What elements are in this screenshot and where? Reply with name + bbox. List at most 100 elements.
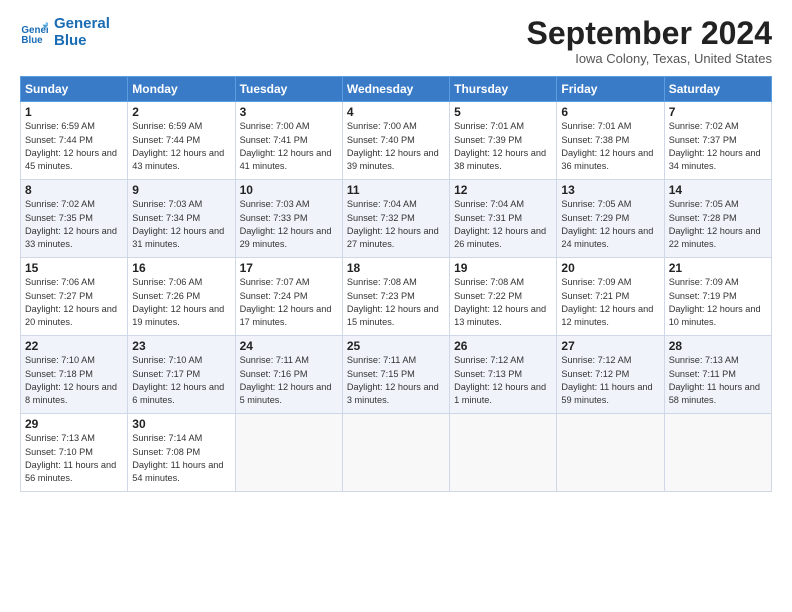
day-number: 10: [240, 183, 338, 197]
day-number: 13: [561, 183, 659, 197]
calendar-cell: 14Sunrise: 7:05 AMSunset: 7:28 PMDayligh…: [664, 180, 771, 258]
day-number: 19: [454, 261, 552, 275]
day-number: 14: [669, 183, 767, 197]
calendar-cell: 17 Sunrise: 7:07 AMSunset: 7:24 PMDayligh…: [235, 258, 342, 336]
logo-line2: Blue: [54, 33, 110, 50]
calendar-cell: 8 Sunrise: 7:02 AMSunset: 7:35 PMDaylight…: [21, 180, 128, 258]
calendar-row: 15 Sunrise: 7:06 AMSunset: 7:27 PMDayligh…: [21, 258, 772, 336]
calendar-cell: 22 Sunrise: 7:10 AMSunset: 7:18 PMDayligh…: [21, 336, 128, 414]
cell-content: Sunrise: 7:04 AMSunset: 7:32 PMDaylight:…: [347, 199, 439, 249]
header-row: Sunday Monday Tuesday Wednesday Thursday…: [21, 77, 772, 102]
location: Iowa Colony, Texas, United States: [527, 51, 772, 66]
cell-content: Sunrise: 7:09 AMSunset: 7:21 PMDaylight:…: [561, 277, 653, 327]
logo-line1: General: [54, 16, 110, 33]
calendar-cell: [450, 414, 557, 492]
day-number: 17: [240, 261, 338, 275]
day-number: 5: [454, 105, 552, 119]
calendar-cell: 28Sunrise: 7:13 AMSunset: 7:11 PMDayligh…: [664, 336, 771, 414]
cell-content: Sunrise: 7:02 AMSunset: 7:35 PMDaylight:…: [25, 199, 117, 249]
cell-content: Sunrise: 7:07 AMSunset: 7:24 PMDaylight:…: [240, 277, 332, 327]
day-number: 15: [25, 261, 123, 275]
month-title: September 2024: [527, 16, 772, 51]
cell-content: Sunrise: 7:03 AMSunset: 7:33 PMDaylight:…: [240, 199, 332, 249]
day-number: 16: [132, 261, 230, 275]
cell-content: Sunrise: 7:09 AMSunset: 7:19 PMDaylight:…: [669, 277, 761, 327]
day-number: 25: [347, 339, 445, 353]
day-number: 23: [132, 339, 230, 353]
cell-content: Sunrise: 7:11 AMSunset: 7:16 PMDaylight:…: [240, 355, 332, 405]
day-number: 21: [669, 261, 767, 275]
calendar-cell: [557, 414, 664, 492]
cell-content: Sunrise: 7:03 AMSunset: 7:34 PMDaylight:…: [132, 199, 224, 249]
col-sunday: Sunday: [21, 77, 128, 102]
cell-content: Sunrise: 7:12 AMSunset: 7:13 PMDaylight:…: [454, 355, 546, 405]
col-thursday: Thursday: [450, 77, 557, 102]
calendar-cell: 12Sunrise: 7:04 AMSunset: 7:31 PMDayligh…: [450, 180, 557, 258]
calendar-cell: 7Sunrise: 7:02 AMSunset: 7:37 PMDaylight…: [664, 102, 771, 180]
cell-content: Sunrise: 7:00 AMSunset: 7:41 PMDaylight:…: [240, 121, 332, 171]
calendar-cell: 20 Sunrise: 7:09 AMSunset: 7:21 PMDayligh…: [557, 258, 664, 336]
svg-text:Blue: Blue: [21, 34, 43, 45]
day-number: 24: [240, 339, 338, 353]
cell-content: Sunrise: 7:06 AMSunset: 7:26 PMDaylight:…: [132, 277, 224, 327]
day-number: 27: [561, 339, 659, 353]
day-number: 4: [347, 105, 445, 119]
day-number: 29: [25, 417, 123, 431]
day-number: 30: [132, 417, 230, 431]
cell-content: Sunrise: 7:12 AMSunset: 7:12 PMDaylight:…: [561, 355, 652, 405]
cell-content: Sunrise: 7:11 AMSunset: 7:15 PMDaylight:…: [347, 355, 439, 405]
col-saturday: Saturday: [664, 77, 771, 102]
day-number: 22: [25, 339, 123, 353]
logo: General Blue General Blue: [20, 16, 110, 49]
calendar-cell: 10 Sunrise: 7:03 AMSunset: 7:33 PMDayligh…: [235, 180, 342, 258]
calendar-cell: 23 Sunrise: 7:10 AMSunset: 7:17 PMDayligh…: [128, 336, 235, 414]
calendar-cell: 29Sunrise: 7:13 AMSunset: 7:10 PMDayligh…: [21, 414, 128, 492]
cell-content: Sunrise: 6:59 AMSunset: 7:44 PMDaylight:…: [25, 121, 117, 171]
calendar-cell: 19 Sunrise: 7:08 AMSunset: 7:22 PMDayligh…: [450, 258, 557, 336]
cell-content: Sunrise: 7:05 AMSunset: 7:29 PMDaylight:…: [561, 199, 653, 249]
day-number: 28: [669, 339, 767, 353]
calendar-table: Sunday Monday Tuesday Wednesday Thursday…: [20, 76, 772, 492]
day-number: 26: [454, 339, 552, 353]
day-number: 11: [347, 183, 445, 197]
page: General Blue General Blue September 2024…: [0, 0, 792, 612]
day-number: 20: [561, 261, 659, 275]
calendar-row: 8 Sunrise: 7:02 AMSunset: 7:35 PMDaylight…: [21, 180, 772, 258]
calendar-cell: 21 Sunrise: 7:09 AMSunset: 7:19 PMDayligh…: [664, 258, 771, 336]
cell-content: Sunrise: 7:00 AMSunset: 7:40 PMDaylight:…: [347, 121, 439, 171]
day-number: 8: [25, 183, 123, 197]
col-monday: Monday: [128, 77, 235, 102]
calendar-cell: 1Sunrise: 6:59 AMSunset: 7:44 PMDaylight…: [21, 102, 128, 180]
calendar-cell: 3 Sunrise: 7:00 AMSunset: 7:41 PMDaylight…: [235, 102, 342, 180]
col-wednesday: Wednesday: [342, 77, 449, 102]
calendar-cell: 11 Sunrise: 7:04 AMSunset: 7:32 PMDayligh…: [342, 180, 449, 258]
calendar-cell: 18Sunrise: 7:08 AMSunset: 7:23 PMDayligh…: [342, 258, 449, 336]
header: General Blue General Blue September 2024…: [20, 16, 772, 66]
calendar-cell: 6Sunrise: 7:01 AMSunset: 7:38 PMDaylight…: [557, 102, 664, 180]
calendar-cell: 15 Sunrise: 7:06 AMSunset: 7:27 PMDayligh…: [21, 258, 128, 336]
calendar-cell: 13 Sunrise: 7:05 AMSunset: 7:29 PMDayligh…: [557, 180, 664, 258]
day-number: 2: [132, 105, 230, 119]
cell-content: Sunrise: 6:59 AMSunset: 7:44 PMDaylight:…: [132, 121, 224, 171]
cell-content: Sunrise: 7:06 AMSunset: 7:27 PMDaylight:…: [25, 277, 117, 327]
calendar-cell: 16 Sunrise: 7:06 AMSunset: 7:26 PMDayligh…: [128, 258, 235, 336]
cell-content: Sunrise: 7:14 AMSunset: 7:08 PMDaylight:…: [132, 433, 223, 483]
day-number: 7: [669, 105, 767, 119]
calendar-cell: 9Sunrise: 7:03 AMSunset: 7:34 PMDaylight…: [128, 180, 235, 258]
calendar-cell: 24 Sunrise: 7:11 AMSunset: 7:16 PMDayligh…: [235, 336, 342, 414]
calendar-cell: 5Sunrise: 7:01 AMSunset: 7:39 PMDaylight…: [450, 102, 557, 180]
calendar-cell: [235, 414, 342, 492]
cell-content: Sunrise: 7:08 AMSunset: 7:23 PMDaylight:…: [347, 277, 439, 327]
calendar-cell: 2 Sunrise: 6:59 AMSunset: 7:44 PMDaylight…: [128, 102, 235, 180]
calendar-cell: [342, 414, 449, 492]
cell-content: Sunrise: 7:10 AMSunset: 7:18 PMDaylight:…: [25, 355, 117, 405]
cell-content: Sunrise: 7:08 AMSunset: 7:22 PMDaylight:…: [454, 277, 546, 327]
cell-content: Sunrise: 7:04 AMSunset: 7:31 PMDaylight:…: [454, 199, 546, 249]
day-number: 3: [240, 105, 338, 119]
calendar-row: 29Sunrise: 7:13 AMSunset: 7:10 PMDayligh…: [21, 414, 772, 492]
calendar-row: 22 Sunrise: 7:10 AMSunset: 7:18 PMDayligh…: [21, 336, 772, 414]
calendar-cell: 25 Sunrise: 7:11 AMSunset: 7:15 PMDayligh…: [342, 336, 449, 414]
cell-content: Sunrise: 7:01 AMSunset: 7:38 PMDaylight:…: [561, 121, 653, 171]
cell-content: Sunrise: 7:10 AMSunset: 7:17 PMDaylight:…: [132, 355, 224, 405]
calendar-cell: 27 Sunrise: 7:12 AMSunset: 7:12 PMDayligh…: [557, 336, 664, 414]
